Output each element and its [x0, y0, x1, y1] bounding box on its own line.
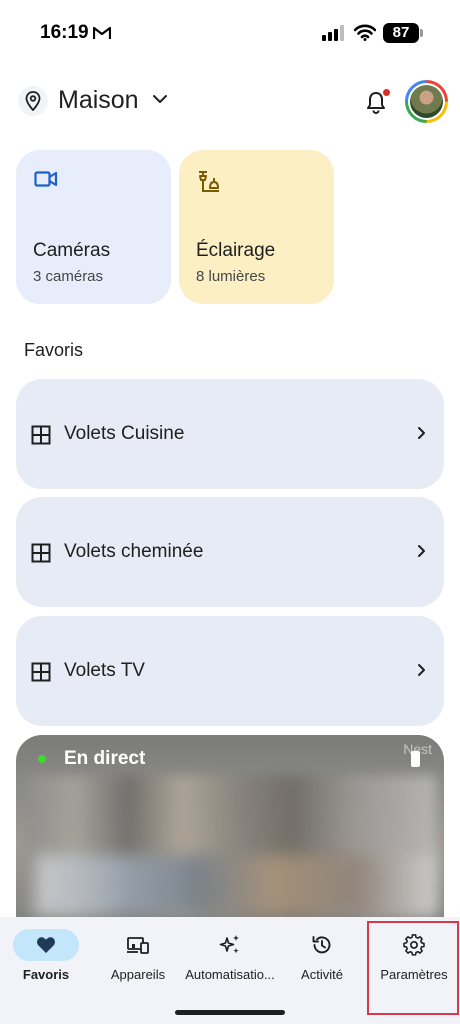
sparkle-icon	[219, 935, 239, 954]
nav-label: Automatisatio...	[185, 967, 275, 982]
avatar[interactable]	[405, 80, 448, 123]
tile-subtitle: 3 caméras	[33, 268, 104, 285]
gmail-icon	[93, 26, 111, 39]
tile-subtitle: 8 lumières	[196, 268, 266, 285]
status-time: 16:19	[40, 22, 89, 43]
live-label: En direct	[64, 748, 146, 769]
window-blinds-icon	[31, 425, 51, 445]
location-pin-icon[interactable]	[18, 86, 48, 116]
nav-label: Favoris	[22, 967, 70, 982]
chevron-right-icon	[418, 427, 425, 439]
nav-label: Activité	[301, 967, 343, 982]
favorite-label: Volets Cuisine	[64, 423, 185, 444]
cellular-signal-icon	[322, 25, 344, 41]
tile-title: Caméras	[33, 240, 111, 261]
chevron-right-icon	[418, 545, 425, 557]
favorite-label: Volets cheminée	[64, 541, 204, 562]
status-bar: 16:19 87	[0, 0, 460, 64]
camera-feed-blurred-lower	[36, 855, 436, 915]
notification-badge	[382, 88, 391, 97]
nav-pill	[289, 929, 355, 961]
favorite-card-volets-cuisine[interactable]: Volets Cuisine	[16, 379, 444, 489]
window-blinds-icon	[31, 543, 51, 563]
home-indicator	[175, 1010, 285, 1015]
favorite-card-volets-cheminee[interactable]: Volets cheminée	[16, 497, 444, 607]
heart-icon	[37, 937, 55, 953]
home-header: Maison	[0, 76, 460, 128]
nav-pill	[197, 929, 263, 961]
nav-item-favoris[interactable]: Favoris	[8, 917, 84, 987]
history-icon	[312, 936, 331, 954]
nav-label: Appareils	[110, 967, 166, 982]
highlight-box	[367, 921, 459, 1015]
nav-pill	[105, 929, 171, 961]
profile-photo	[410, 85, 443, 118]
chevron-down-icon[interactable]	[152, 94, 168, 104]
favorites-heading: Favoris	[24, 340, 84, 360]
nav-item-activite[interactable]: Activité	[284, 917, 360, 987]
chevron-right-icon	[418, 664, 425, 676]
favorite-card-volets-tv[interactable]: Volets TV	[16, 616, 444, 726]
nav-active-pill	[13, 929, 79, 961]
live-camera-card[interactable]: En direct Nest	[16, 735, 444, 935]
live-status-dot	[38, 755, 46, 763]
favorite-label: Volets TV	[64, 660, 145, 681]
tile-cameras[interactable]: Caméras 3 caméras	[16, 150, 171, 304]
wifi-icon	[354, 24, 376, 41]
nav-item-automatisations[interactable]: Automatisatio...	[184, 917, 276, 987]
tile-title: Éclairage	[196, 240, 276, 261]
video-camera-icon	[34, 171, 58, 187]
bottom-navigation: Favoris Appareils Automatisatio... Activ…	[0, 917, 460, 1024]
nav-item-appareils[interactable]: Appareils	[100, 917, 176, 987]
devices-icon	[127, 937, 149, 954]
tile-lighting[interactable]: Éclairage 8 lumières	[179, 150, 334, 304]
battery-indicator: 87	[383, 23, 419, 43]
window-blinds-icon	[31, 662, 51, 682]
lamp-icon	[199, 171, 219, 192]
battery-tip	[420, 29, 423, 37]
home-selector[interactable]: Maison	[58, 86, 139, 115]
camera-battery-icon	[411, 751, 420, 767]
